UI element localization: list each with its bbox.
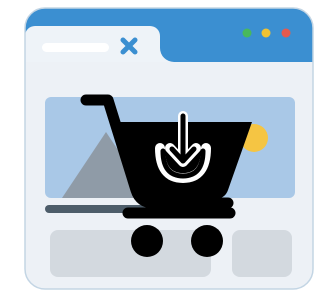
window-controls bbox=[242, 28, 291, 38]
online-shopping-download-icon bbox=[24, 7, 314, 290]
window-dot-red bbox=[281, 28, 291, 38]
placeholder-block-left bbox=[50, 230, 211, 277]
tab-title-line bbox=[42, 43, 109, 52]
window-dot-green bbox=[242, 28, 252, 38]
cart-wheel-left bbox=[131, 225, 163, 257]
cart-wheel-right bbox=[191, 225, 223, 257]
icon-canvas bbox=[0, 0, 335, 297]
window-dot-yellow bbox=[261, 28, 271, 38]
placeholder-block-right bbox=[232, 230, 292, 277]
